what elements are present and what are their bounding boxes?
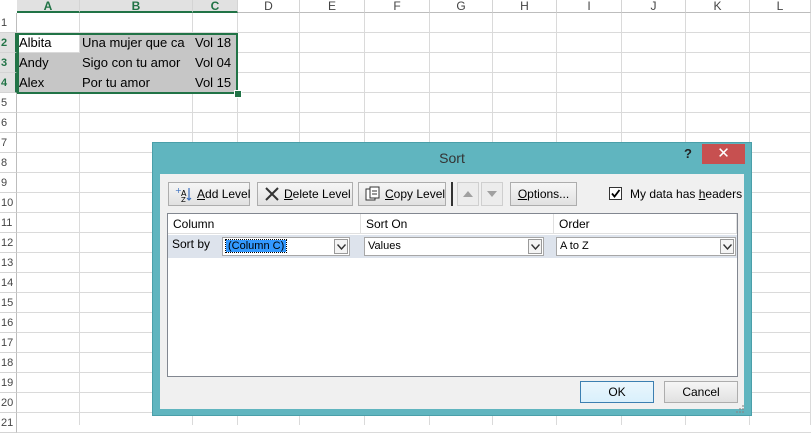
- svg-text:Z: Z: [181, 196, 186, 202]
- row-header-20[interactable]: 20: [0, 393, 17, 413]
- row-header-16[interactable]: 16: [0, 313, 17, 333]
- row-header-19[interactable]: 19: [0, 373, 17, 393]
- column-dropdown[interactable]: (Column C): [222, 237, 350, 256]
- delete-level-button[interactable]: Delete Level: [257, 182, 353, 206]
- row-header-4[interactable]: 4: [0, 73, 17, 93]
- grid-header-order: Order: [554, 214, 737, 234]
- column-header-g[interactable]: G: [430, 0, 493, 13]
- fill-handle[interactable]: [234, 90, 242, 98]
- cancel-button[interactable]: Cancel: [664, 381, 738, 403]
- add-level-icon: + A Z: [175, 186, 193, 204]
- row-header-13[interactable]: 13: [0, 253, 17, 273]
- chevron-down-icon[interactable]: [528, 239, 542, 254]
- grid-header-sort-on: Sort On: [361, 214, 554, 234]
- row-header-10[interactable]: 10: [0, 193, 17, 213]
- dialog-title-bar[interactable]: Sort ? ✕: [153, 143, 751, 173]
- add-level-button[interactable]: + A Z Add Level: [168, 182, 250, 206]
- chevron-down-icon[interactable]: [720, 239, 734, 254]
- column-header-k[interactable]: K: [686, 0, 750, 13]
- gridline: [17, 132, 811, 133]
- delete-x-icon: [264, 186, 280, 202]
- column-header-i[interactable]: I: [557, 0, 622, 13]
- copy-level-button[interactable]: Copy Level: [358, 182, 446, 206]
- column-header-b[interactable]: B: [80, 0, 193, 13]
- close-button[interactable]: ✕: [702, 144, 745, 164]
- column-header-e[interactable]: E: [300, 0, 365, 13]
- add-level-label: Add Level: [197, 187, 251, 201]
- column-header-c[interactable]: C: [193, 0, 238, 13]
- order-dropdown[interactable]: A to Z: [556, 237, 736, 256]
- row-header-3[interactable]: 3: [0, 53, 17, 73]
- row-header-8[interactable]: 8: [0, 153, 17, 173]
- triangle-down-icon: [487, 185, 497, 203]
- column-header-f[interactable]: F: [365, 0, 430, 13]
- row-header-14[interactable]: 14: [0, 273, 17, 293]
- sort-levels-grid: Column Sort On Order Sort by (Column C) …: [167, 213, 738, 377]
- delete-level-label: Delete Level: [284, 187, 351, 201]
- column-dropdown-value: (Column C): [224, 239, 288, 253]
- resize-grip-icon[interactable]: [736, 400, 744, 413]
- my-data-has-headers-label[interactable]: My data has headers: [630, 187, 742, 201]
- row-header-9[interactable]: 9: [0, 173, 17, 193]
- dialog-content: + A Z Add Level Delete Level Copy Level Op…: [160, 174, 744, 413]
- options-button[interactable]: Options...: [510, 182, 577, 206]
- column-header-a[interactable]: A: [17, 0, 80, 13]
- sort-by-label: Sort by: [172, 237, 211, 251]
- row-header-1[interactable]: 1: [0, 13, 17, 33]
- help-button[interactable]: ?: [681, 146, 695, 162]
- row-header-21[interactable]: 21: [0, 413, 17, 433]
- row-header-15[interactable]: 15: [0, 293, 17, 313]
- copy-level-label: Copy Level: [385, 187, 446, 201]
- grid-header-column: Column: [168, 214, 361, 234]
- dialog-title: Sort: [439, 150, 465, 166]
- row-header-6[interactable]: 6: [0, 113, 17, 133]
- row-header-11[interactable]: 11: [0, 213, 17, 233]
- move-up-button[interactable]: [457, 182, 479, 206]
- toolbar-separator: [451, 182, 453, 206]
- copy-icon: [365, 186, 381, 202]
- row-header-12[interactable]: 12: [0, 233, 17, 253]
- column-header-h[interactable]: H: [493, 0, 557, 13]
- row-header-17[interactable]: 17: [0, 333, 17, 353]
- order-value: A to Z: [560, 240, 589, 252]
- triangle-up-icon: [463, 185, 473, 203]
- gridline: [17, 112, 811, 113]
- sort-on-value: Values: [368, 240, 401, 252]
- selection-range: [17, 33, 238, 94]
- row-header-2[interactable]: 2: [0, 33, 17, 53]
- my-data-has-headers-checkbox[interactable]: [609, 187, 622, 200]
- move-down-button[interactable]: [481, 182, 503, 206]
- row-header-5[interactable]: 5: [0, 93, 17, 113]
- row-header-7[interactable]: 7: [0, 133, 17, 153]
- column-header-l[interactable]: L: [750, 0, 811, 13]
- chevron-down-icon[interactable]: [334, 239, 348, 254]
- row-header-18[interactable]: 18: [0, 353, 17, 373]
- column-header-d[interactable]: D: [238, 0, 300, 13]
- sort-dialog: Sort ? ✕ + A Z Add Level Delete Level Copy…: [152, 142, 752, 416]
- ok-button[interactable]: OK: [580, 381, 654, 403]
- column-header-j[interactable]: J: [622, 0, 686, 13]
- sort-on-dropdown[interactable]: Values: [364, 237, 544, 256]
- options-label: Options...: [517, 187, 570, 201]
